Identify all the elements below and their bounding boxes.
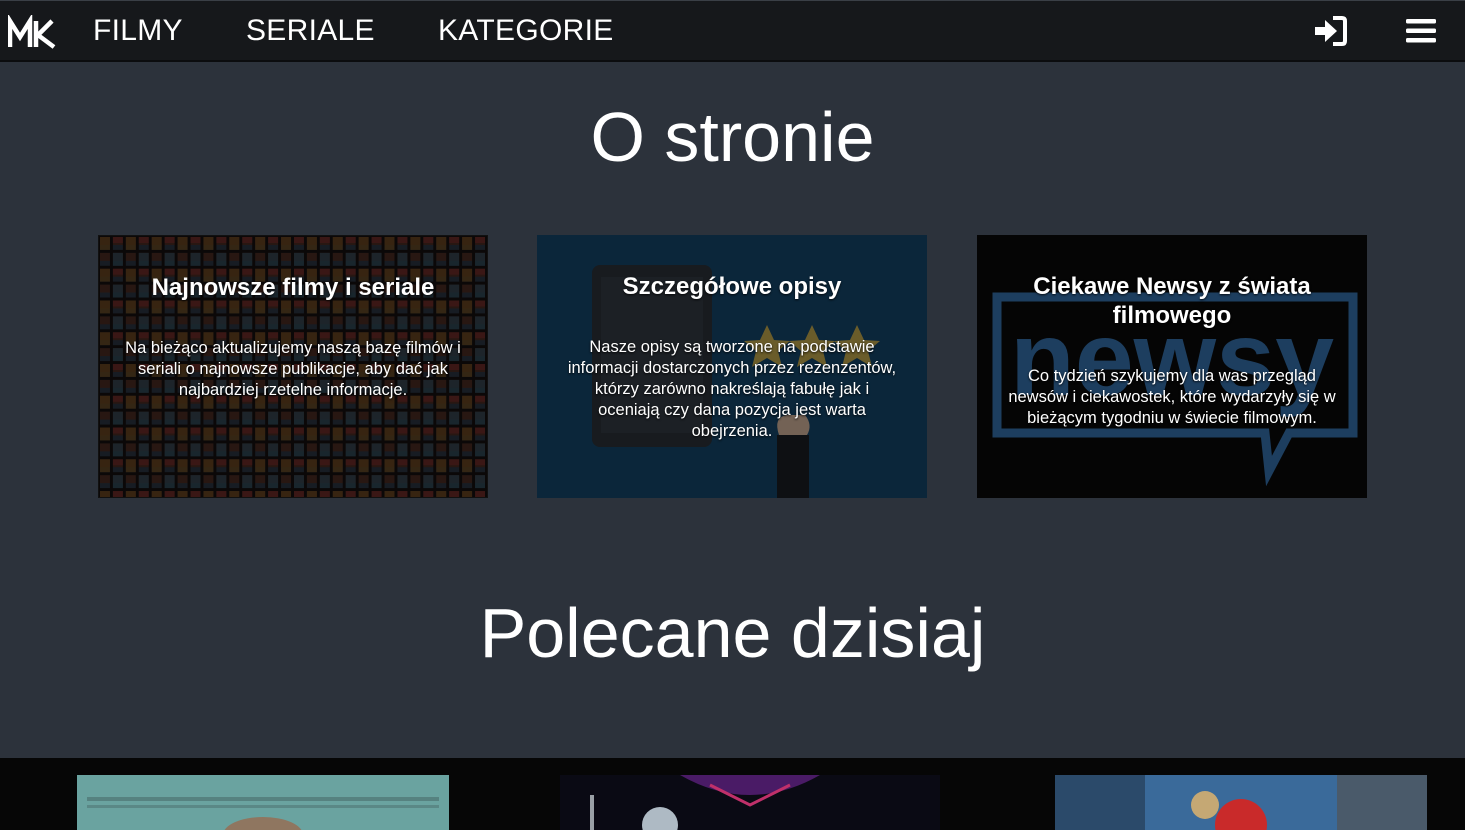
poster-2-image: [560, 775, 940, 830]
card-title: Najnowsze filmy i seriale: [151, 274, 435, 301]
about-section-title: O stronie: [590, 98, 875, 176]
card-latest-movies[interactable]: Najnowsze filmy i seriale Na bieżąco akt…: [98, 235, 488, 498]
card-description: Nasze opisy są tworzone na podstawie inf…: [567, 338, 897, 440]
nav-seriale[interactable]: SERIALE: [246, 13, 375, 49]
hamburger-menu-icon[interactable]: [1406, 18, 1436, 44]
card-movie-news[interactable]: newsy Ciekawe Newsy z świata filmowego C…: [977, 235, 1367, 498]
sign-in-icon[interactable]: [1313, 16, 1347, 46]
recommended-section-title: Polecane dzisiaj: [479, 594, 986, 672]
poster-3-image: [1055, 775, 1427, 830]
top-navbar: FILMY SERIALE KATEGORIE: [0, 0, 1465, 62]
nav-kategorie[interactable]: KATEGORIE: [438, 13, 614, 49]
card-title: Szczegółowe opisy: [622, 273, 842, 300]
mk-logo[interactable]: [8, 15, 56, 51]
card-description: Co tydzień szykujemy dla was przegląd ne…: [1008, 367, 1336, 427]
recommended-poster-2[interactable]: [560, 775, 940, 830]
card-description: Na bieżąco aktualizujemy naszą bazę film…: [125, 339, 461, 399]
card-title: Ciekawe Newsy z świata filmowego: [1033, 273, 1311, 329]
recommended-poster-3[interactable]: [1055, 775, 1427, 830]
recommended-poster-1[interactable]: [77, 775, 449, 830]
card-detailed-descriptions[interactable]: Szczegółowe opisy Nasze opisy są tworzon…: [537, 235, 927, 498]
nav-filmy[interactable]: FILMY: [93, 13, 183, 49]
poster-1-image: [77, 775, 449, 830]
